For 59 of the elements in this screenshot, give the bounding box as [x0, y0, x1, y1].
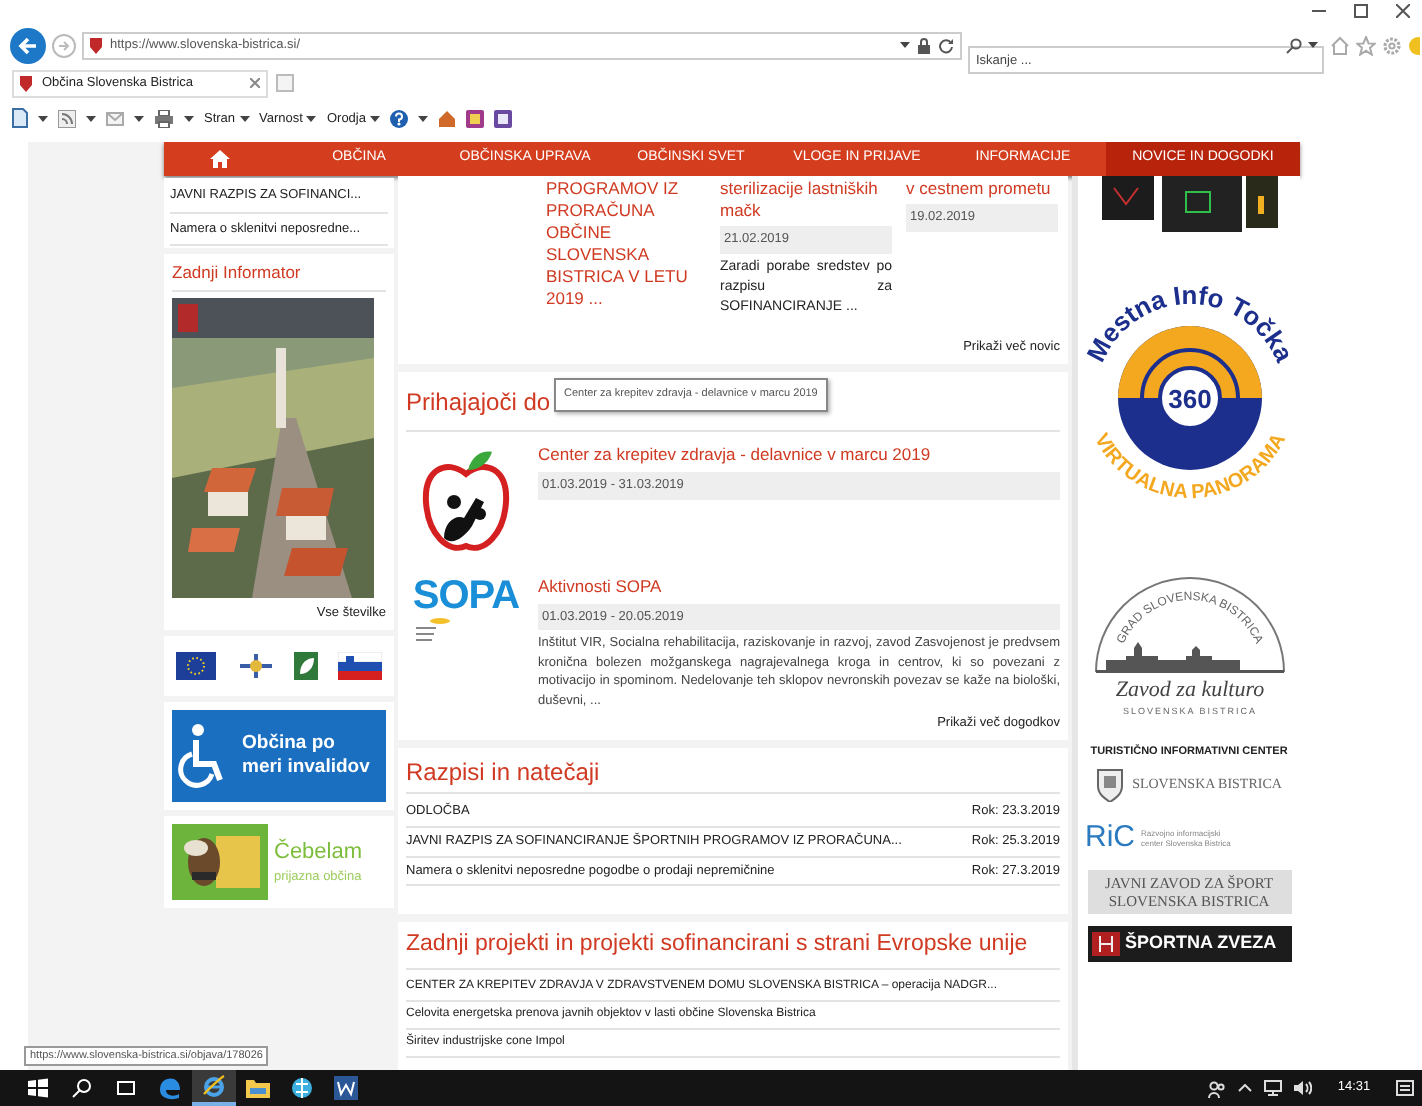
banner-text: Občina po meri invalidov	[242, 731, 370, 780]
section-title: Razpisi in natečaji	[406, 754, 1060, 795]
back-button[interactable]	[10, 27, 46, 64]
crest-icon	[1096, 766, 1125, 803]
ric-logo-text: RiC	[1085, 822, 1135, 855]
news-title[interactable]: sterilizacije lastniških mačk	[720, 177, 892, 222]
forward-arrow-icon	[58, 39, 70, 52]
feed-icon[interactable]	[58, 109, 76, 128]
volume-icon[interactable]	[1294, 1080, 1312, 1096]
ekrp-logo-icon	[235, 651, 276, 680]
help-icon[interactable]	[389, 109, 408, 128]
caret-icon	[1308, 42, 1318, 49]
shield-icon	[20, 75, 32, 92]
caret-icon	[239, 115, 250, 122]
close-icon[interactable]	[250, 78, 260, 89]
caret-icon	[369, 115, 380, 122]
caret-icon	[417, 115, 428, 122]
event-title[interactable]: Center za krepitev zdravja - delavnice v marcu 2019	[538, 442, 1060, 469]
caret-icon	[900, 42, 910, 49]
event-title[interactable]: Aktivnosti SOPA	[538, 573, 1060, 600]
star-icon[interactable]	[1356, 35, 1376, 56]
close-icon[interactable]	[1396, 4, 1410, 19]
accessibility-banner[interactable]: Občina po meri invalidov	[172, 709, 386, 802]
banner-title: ŠPORTNA ZVEZA	[1125, 930, 1277, 957]
maximize-icon[interactable]	[1354, 4, 1368, 19]
chevron-up-icon[interactable]	[1238, 1084, 1252, 1092]
caret-icon	[134, 115, 144, 122]
section-title: Prihajajoči do	[406, 388, 551, 417]
sport-union-banner[interactable]: ŠPORTNA ZVEZA	[1087, 926, 1291, 962]
page-icon[interactable]	[12, 108, 28, 129]
news-title[interactable]: PROGRAMOV IZ PRORAČUNA OBČINE SLOVENSKA BISTRICA V LETU 2019 ...	[546, 177, 706, 310]
back-arrow-icon	[18, 35, 38, 56]
card-title: Zadnji Informator	[172, 260, 386, 293]
people-icon[interactable]	[1208, 1079, 1226, 1097]
browser-icon[interactable]	[192, 1070, 236, 1106]
badge-number: 360	[1167, 383, 1211, 414]
caret-icon	[86, 115, 96, 122]
banner-title: Čebelam	[274, 836, 363, 868]
network-icon[interactable]	[1264, 1080, 1282, 1096]
lock-icon	[918, 37, 930, 54]
home-icon	[210, 149, 230, 168]
search-icon[interactable]	[1286, 37, 1302, 54]
refresh-icon[interactable]	[938, 37, 954, 54]
house-icon[interactable]	[437, 109, 456, 128]
printer-icon[interactable]	[154, 109, 174, 128]
caret-icon	[306, 115, 317, 122]
section-title: Zadnji projekti in projekti sofinancirani s strani Evropske unije	[406, 928, 1060, 970]
minimize-icon[interactable]	[1312, 10, 1326, 13]
institution-name: Zavod za kulturo	[1114, 677, 1264, 702]
leaf-logo-icon	[294, 651, 319, 680]
logo-caption-drawing	[412, 617, 453, 646]
news-title[interactable]: v cestnem prometu	[906, 177, 1058, 200]
slovenia-flag-icon	[337, 651, 382, 680]
logo-text: SOPA	[412, 573, 520, 618]
notification-icon[interactable]	[1396, 1079, 1414, 1097]
caret-icon	[184, 115, 194, 122]
shield-icon	[90, 37, 102, 54]
eu-flag-icon	[176, 651, 216, 680]
caret-icon	[38, 115, 48, 122]
